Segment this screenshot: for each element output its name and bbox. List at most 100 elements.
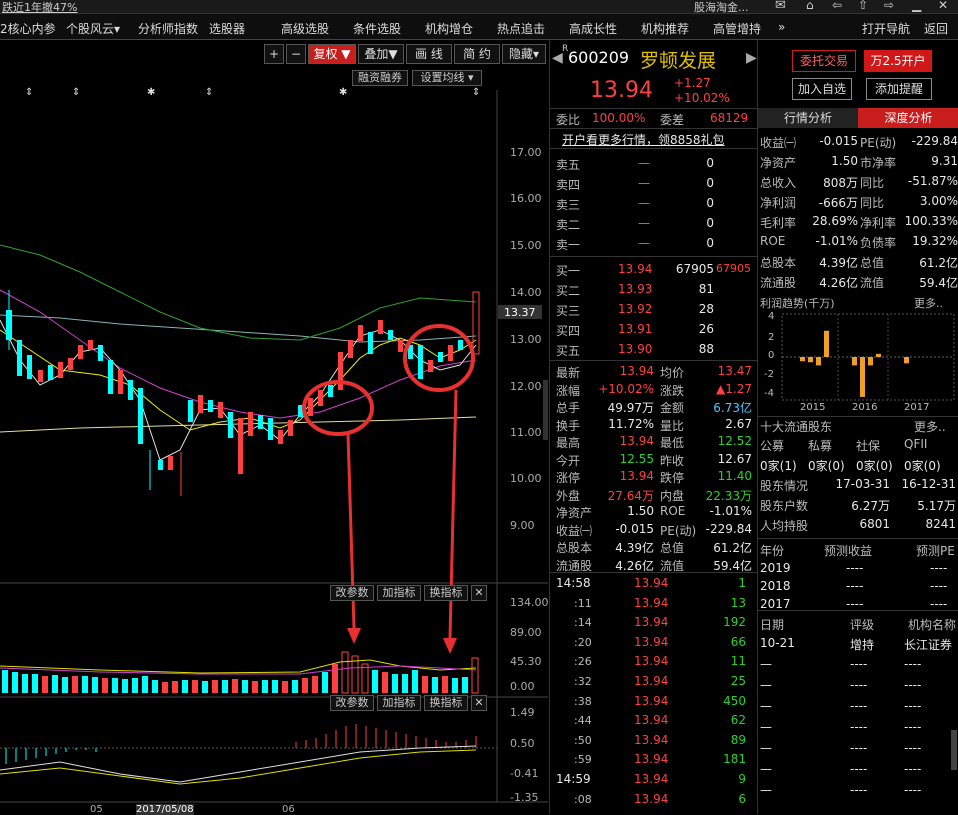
- rating-row: — ---- ----: [760, 720, 922, 734]
- nav-inst-recommend[interactable]: 机构推荐: [641, 20, 689, 37]
- macd-histogram: [5, 724, 477, 764]
- rating-heads: 日期 评级 机构名称: [760, 618, 957, 632]
- profit-ytick: 0: [768, 350, 775, 361]
- holders-row: 人均持股 6801 8241: [760, 517, 956, 533]
- profit-bars: [800, 330, 909, 397]
- add-alert-button[interactable]: 添加提醒: [866, 78, 932, 100]
- open-account-button[interactable]: 万2.5开户: [864, 50, 932, 72]
- price-axis-label: 10.00: [510, 472, 542, 485]
- open-nav-button[interactable]: 打开导航: [862, 20, 910, 37]
- tab-market-analysis[interactable]: 行情分析: [758, 108, 858, 128]
- nav-stock-wind[interactable]: 个股风云▾: [66, 20, 120, 37]
- back-icon[interactable]: ⇦: [832, 0, 842, 12]
- candlesticks: [6, 290, 480, 496]
- profit-bar: [876, 353, 881, 357]
- tab-deep-analysis[interactable]: 深度分析: [858, 108, 958, 128]
- nav-more[interactable]: »: [778, 20, 785, 34]
- quote-row: 今开 12.55 昨收 12.67: [556, 451, 752, 468]
- nav-condition-pick[interactable]: 条件选股: [353, 20, 401, 37]
- price-axis-label: 17.00: [510, 146, 542, 159]
- bid-row: 买一 13.94 67905 67905: [556, 262, 751, 278]
- macd-params-button[interactable]: 改参数: [330, 695, 374, 711]
- scrollbar[interactable]: [951, 730, 957, 770]
- ticker-news[interactable]: 跌近1年撤47%: [2, 0, 77, 15]
- profit-more-link[interactable]: 更多..: [914, 295, 943, 311]
- fund-row: 总股本 4.39亿 总值 61.2亿: [760, 256, 958, 270]
- x-axis-label: 06: [282, 804, 295, 815]
- trade-button[interactable]: 委托交易: [792, 50, 856, 72]
- order-ratio-value: 100.00%: [592, 111, 646, 125]
- nav-advanced-pick[interactable]: 高级选股: [281, 20, 329, 37]
- vol-switch-indicator-button[interactable]: 换指标: [424, 585, 468, 601]
- kline-chart-panel[interactable]: + − 复权 ▼ 叠加▼ 画 线 简 约 隐藏▾ 融资融券 设置均线 ▾ ⇕ ⇕ ✱…: [0, 40, 549, 815]
- holders-row: 股东户数 6.27万 5.17万: [760, 499, 956, 513]
- next-stock-icon[interactable]: ▶: [746, 50, 757, 66]
- home-icon[interactable]: ⌂: [806, 0, 814, 12]
- nav-stock-picker[interactable]: 选股器: [209, 20, 245, 37]
- ask-row: 卖四 —0: [556, 176, 714, 192]
- nav-hot-track[interactable]: 热点追击: [497, 20, 545, 37]
- ask-row: 卖二 —0: [556, 216, 714, 232]
- promo-link[interactable]: 开户看更多行情，领8858礼包: [562, 131, 725, 148]
- svg-text:✱: ✱: [339, 87, 347, 98]
- add-watchlist-button[interactable]: 加入自选: [792, 78, 852, 100]
- forecast-row: 2018 ---- ----: [760, 579, 948, 593]
- nav-high-growth[interactable]: 高成长性: [569, 20, 617, 37]
- quote-row: 最新 13.94 均价 13.47: [556, 364, 752, 380]
- nav-inst-increase[interactable]: 机构增仓: [425, 20, 473, 37]
- rating-row: — ---- ----: [760, 657, 922, 671]
- last-price: 13.94: [590, 78, 653, 103]
- quote-row: 涨停 13.94 跌停 11.40: [556, 469, 752, 485]
- profit-ytick: -2: [764, 369, 774, 380]
- quote-row: 最高 13.94 最低 12.52: [556, 434, 752, 450]
- profit-bar: [808, 357, 813, 363]
- nav-core-intel[interactable]: 2核心内参: [0, 20, 56, 37]
- nav-exec-increase[interactable]: 高管增持: [713, 20, 761, 37]
- fund-row: 收益㈠ -0.015 PE(动) -229.84: [760, 134, 958, 150]
- quote-panel: ◀ R 600209 罗顿发展 ▶ 13.94 +1.27 +10.02% 委比…: [549, 40, 758, 814]
- app-title: 股海淘金...: [694, 1, 749, 14]
- profit-bar: [904, 357, 909, 364]
- forward-icon[interactable]: ⇨: [884, 0, 894, 12]
- up-icon[interactable]: ⇧: [858, 0, 868, 12]
- fund-row: ROE -1.01% 负债率 19.32%: [760, 234, 958, 250]
- tick-row: :11 13.94 13: [574, 595, 746, 610]
- holders-more-link[interactable]: 更多..: [914, 418, 946, 435]
- quote-row: 换手 11.72% 量比 2.67: [556, 416, 752, 433]
- forecast-row: 2019 ---- ----: [760, 561, 948, 575]
- fundamentals-panel: 委托交易 万2.5开户 加入自选 添加提醒 行情分析 深度分析 收益㈠ -0.0…: [757, 40, 958, 814]
- profit-year: 2016: [852, 402, 878, 413]
- mail-icon[interactable]: ✉: [775, 0, 786, 13]
- tick-row: :44 13.94 62: [574, 713, 746, 728]
- vol-add-indicator-button[interactable]: 加指标: [377, 585, 421, 601]
- nav-analyst-index[interactable]: 分析师指数: [138, 20, 198, 37]
- return-button[interactable]: 返回: [924, 20, 948, 37]
- close-icon[interactable]: ✕: [938, 0, 948, 12]
- macd-close-icon[interactable]: ✕: [471, 695, 487, 711]
- splitter-handle[interactable]: [543, 380, 548, 440]
- price-change-pct: +10.02%: [674, 91, 730, 105]
- x-axis-cursor-label: 2017/05/08: [136, 804, 194, 815]
- ask-row: 卖五 —0: [556, 156, 714, 172]
- forecast-heads: 年份 预测收益 预测PE: [760, 544, 955, 558]
- tick-row: :08 13.94 6: [574, 791, 746, 806]
- minimize-icon[interactable]: ▁: [912, 0, 921, 12]
- fund-row: 毛利率 28.69% 净利率 100.33%: [760, 214, 958, 230]
- order-diff-label: 委差: [660, 113, 685, 127]
- vol-axis-label: 0.00: [510, 680, 535, 693]
- stock-name: 罗顿发展: [640, 50, 717, 72]
- vol-close-icon[interactable]: ✕: [471, 585, 487, 601]
- holders-title: 十大流通股东: [760, 420, 833, 434]
- profit-ytick: 2: [768, 332, 775, 343]
- stock-code: 600209: [568, 48, 630, 67]
- profit-bar: [868, 357, 873, 366]
- event-markers: ⇕ ⇕ ✱ ⇕ ✱ ⇕: [25, 87, 480, 98]
- tick-row: :14 13.94 192: [574, 615, 746, 630]
- macd-switch-indicator-button[interactable]: 换指标: [424, 695, 468, 711]
- vol-params-button[interactable]: 改参数: [330, 585, 374, 601]
- holders-heads: 公募 私募 社保 QFII: [760, 437, 928, 453]
- macd-axis-label: -0.41: [510, 767, 539, 780]
- quote-row: 净资产 1.50 ROE -1.01%: [556, 504, 752, 520]
- macd-add-indicator-button[interactable]: 加指标: [377, 695, 421, 711]
- price-axis-label: 12.00: [510, 380, 542, 393]
